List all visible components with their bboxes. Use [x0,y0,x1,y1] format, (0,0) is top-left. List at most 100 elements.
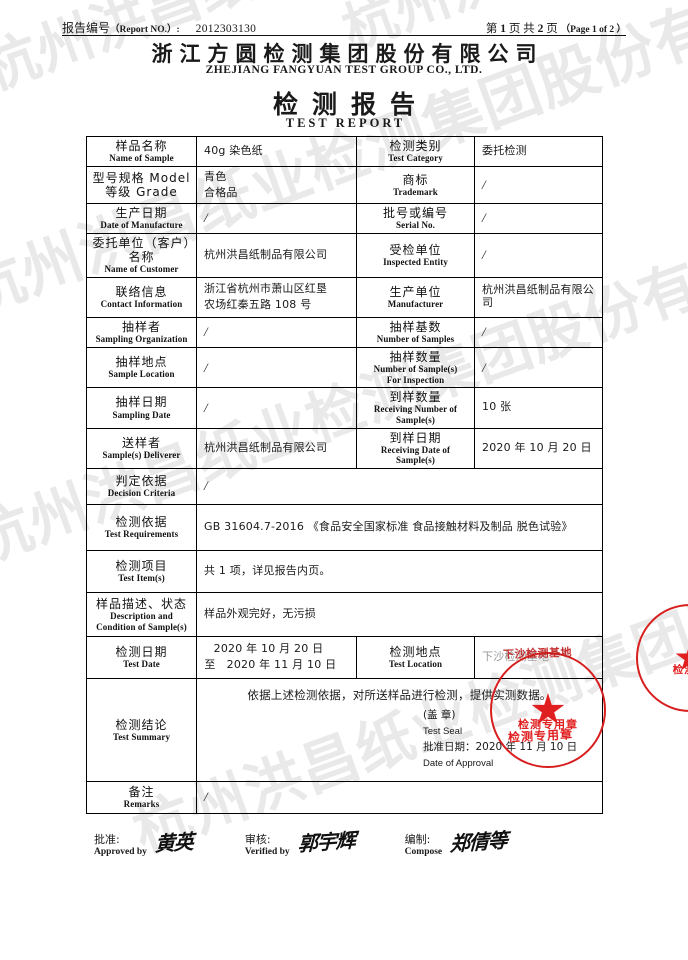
label-en: Test Requirements [104,529,179,540]
value-text: / [204,359,208,375]
value-text: / [204,478,208,494]
label-en: Contact Information [100,299,183,310]
report-table-wrapper: 样品名称 Name of Sample 40g 染色纸 检测类别 Test Ca… [86,136,603,814]
row-value-remarks: / [196,780,603,814]
label-cn: 样品名称 [115,139,168,154]
label-cn: 检测类别 [389,139,442,154]
table-row: 抽样日期 Sampling Date / 到样数量 Receiving Numb… [86,387,603,429]
label-en: Number of Samples [376,334,455,345]
address-line-2: 农场红秦五路 108 号 [204,298,312,312]
row-value-sample-description: 样品外观完好，无污损 [196,591,603,637]
row-label-number-for-inspection: 抽样数量 Number of Sample(s) For Inspection [356,346,475,389]
row-label-model-grade: 型号规格 Model 等级 Grade [86,166,197,204]
row-label-serial-no: 批号或编号 Serial No. [356,202,475,234]
page-prefix: 第 [485,23,498,35]
label-en: Sample Location [108,369,175,380]
row-value-number-of-samples: / [474,316,603,348]
label-en-2: Sample(s) [396,455,435,466]
row-value-model-grade: 青色 合格品 [196,166,357,204]
row-value-name-of-customer: 杭州洪昌纸制品有限公司 [196,232,357,278]
label-cn: 判定依据 [115,474,168,489]
table-row: 备注 Remarks / [86,780,603,814]
label-en-2: For Inspection [386,374,445,385]
signature-label-approved: 批准: Approved by [94,828,147,859]
company-name-en: ZHEJIANG FANGYUAN TEST GROUP CO., LTD. [205,64,483,76]
label-cn: 批准: [94,833,120,846]
label-en: Name of Customer [104,264,179,275]
label-en: Test Category [388,153,443,164]
row-label-name-of-customer: 委托单位（客户）名称 Name of Customer [86,232,197,278]
row-value-receiving-date: 2020 年 10 月 20 日 [474,427,603,469]
row-label-inspected-entity: 受检单位 Inspected Entity [356,232,475,278]
table-row: 生产日期 Date of Manufacture / 批号或编号 Serial … [86,202,603,234]
row-label-receiving-date: 到样日期 Receiving Date of Sample(s) [356,427,475,469]
table-row: 送样者 Sample(s) Deliverer 杭州洪昌纸制品有限公司 到样日期… [86,427,603,469]
row-label-sampling-organization: 抽样者 Sampling Organization [86,316,197,348]
signature-handwriting-compose: 郑倩等 [449,827,508,857]
page-title-en: TEST REPORT [285,116,406,130]
signature-handwriting-verified: 郭宇辉 [297,827,355,857]
value-text: / [482,324,486,340]
signature-label-verified: 审核: Verified by [245,828,290,859]
address-line-1: 浙江省杭州市萧山区红垦 [204,282,328,296]
label-en: 等级 Grade [105,184,178,199]
label-en: Number of Sample(s) [373,363,458,374]
label-en: Verified by [244,846,290,857]
signature-verified-by: 审核: Verified by 郭宇辉 [245,828,355,859]
label-en: Manufacturer [387,299,444,310]
row-value-serial-no: / [474,202,603,234]
row-value-test-date: 2020 年 10 月 20 日 至 2020 年 11 月 10 日 [196,635,357,679]
value-text: / [204,324,208,340]
label-cn: 生产日期 [115,205,168,220]
report-table: 样品名称 Name of Sample 40g 染色纸 检测类别 Test Ca… [86,136,603,814]
label-en: Approved by [94,846,147,857]
label-cn: 抽样基数 [389,319,442,334]
signature-label-compose: 编制: Compose [405,828,442,859]
table-row: 检测项目 Test Item(s) 共 1 项，详见报告内页。 [86,549,603,593]
header-divider [62,35,626,36]
row-label-remarks: 备注 Remarks [86,780,197,814]
row-value-sample-location: / [196,346,357,389]
label-en-2: Condition of Sample(s) [96,621,187,632]
label-en: Description and [110,610,173,621]
label-en: Compose [404,846,443,857]
signature-compose: 编制: Compose 郑倩等 [405,828,508,859]
label-en: Remarks [123,799,160,810]
value-text: / [204,210,208,226]
label-cn: 生产单位 [389,284,442,299]
summary-text: 依据上述检测依据，对所送样品进行检测，提供实测数据。 [247,688,552,703]
row-value-manufacturer: 杭州洪昌纸制品有限公司 [474,276,603,318]
label-cn: 检测依据 [115,515,168,530]
row-value-decision-criteria: / [196,467,603,505]
label-en: Receiving Date of [380,444,451,455]
row-label-sample-deliverer: 送样者 Sample(s) Deliverer [86,427,197,469]
seal-star-icon [675,643,688,671]
row-label-test-date: 检测日期 Test Date [86,635,197,679]
row-value-test-category: 委托检测 [474,136,603,167]
table-row: 样品描述、状态 Description and Condition of Sam… [86,591,603,637]
row-label-number-of-samples: 抽样基数 Number of Samples [356,316,475,348]
label-cn: 型号规格 Model [92,170,191,185]
label-cn: 编制: [404,833,431,846]
page-current: 1 [500,23,506,35]
report-number-group: 报告编号 （Report NO.）: 2012303130 [62,19,256,36]
location-stamp-text: 下沙检测基地 [502,645,573,662]
label-cn: 样品描述、状态 [95,596,187,611]
row-value-contact-information: 浙江省杭州市萧山区红垦 农场红秦五路 108 号 [196,276,357,318]
label-en: Sample(s) Deliverer [102,450,181,460]
page-indicator: 第 1 页 共 2 页 （Page 1 of 2 ） [486,20,626,36]
table-row: 型号规格 Model 等级 Grade 青色 合格品 商标 Trademark … [86,166,603,204]
value-text: / [482,247,486,263]
label-cn: 抽样地点 [115,355,168,370]
row-value-test-items: 共 1 项，详见报告内页。 [196,549,603,593]
seal-label-cn: (盖 章) [423,708,456,721]
row-value-sampling-date: / [196,387,357,429]
label-cn: 商标 [402,172,429,187]
signature-row: 批准: Approved by 黄英 审核: Verified by 郭宇辉 编… [86,828,616,859]
label-en: Test Date [123,659,160,670]
test-date-to: 2020 年 11 月 10 日 [226,658,337,672]
label-en: Decision Criteria [107,488,176,499]
label-cn: 到样日期 [389,430,442,445]
table-row: 抽样者 Sampling Organization / 抽样基数 Number … [86,316,603,348]
label-en: Trademark [393,186,438,197]
